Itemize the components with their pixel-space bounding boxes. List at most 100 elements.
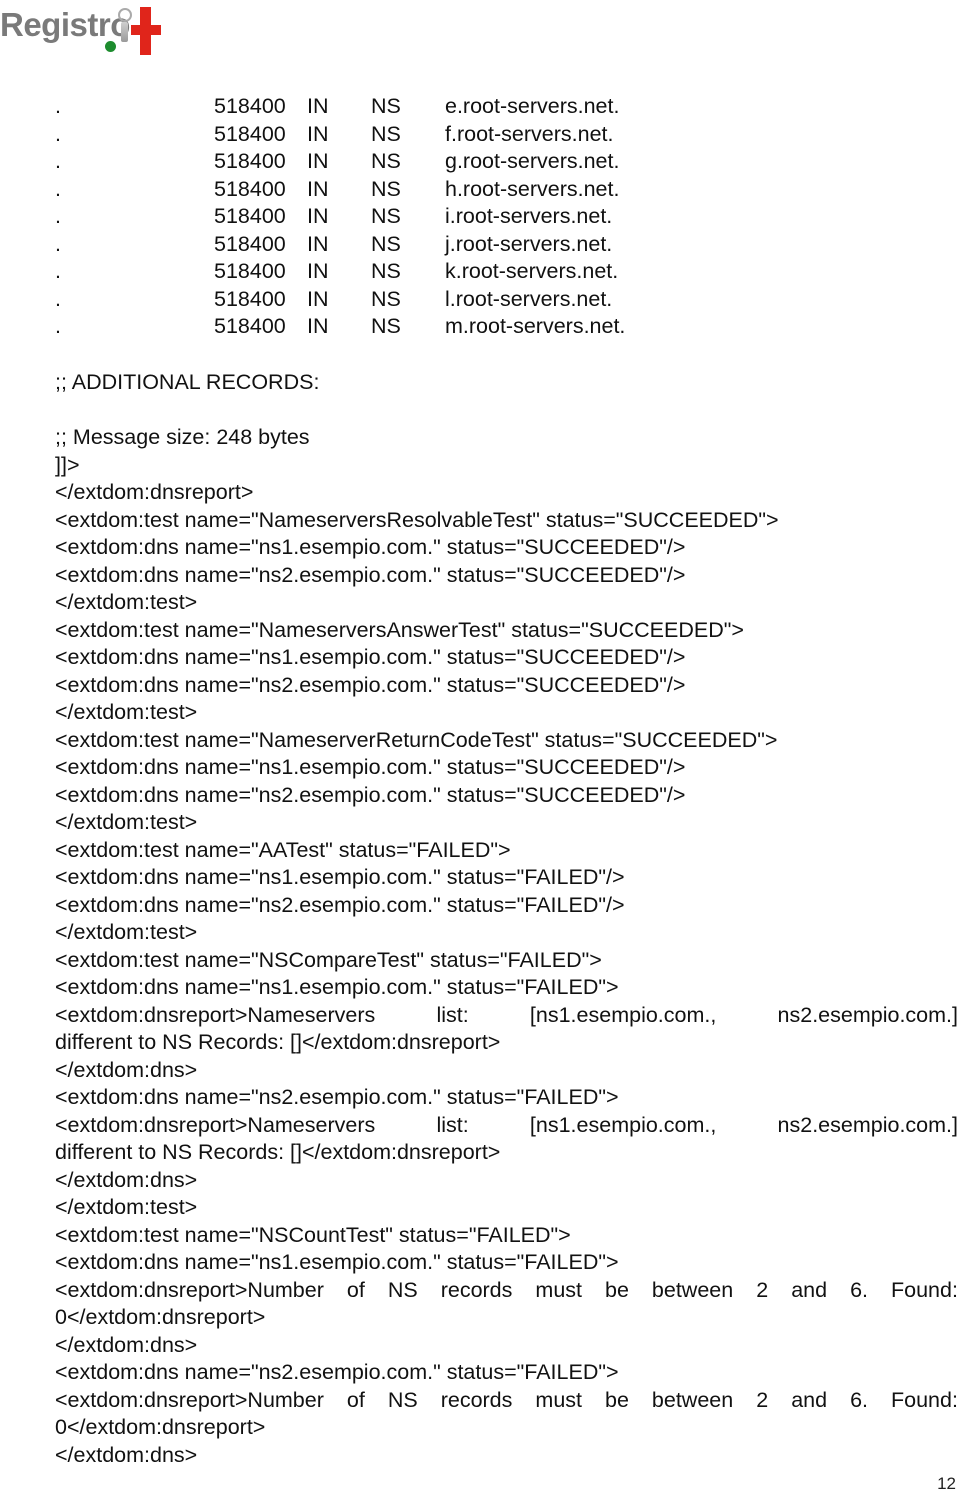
record-ttl: 518400: [214, 121, 286, 146]
registro-it-logo: Registro: [0, 2, 170, 58]
report-line: <extdom:test name="NSCountTest" status="…: [55, 1222, 571, 1247]
report-line: <extdom:dnsreport>Number of NS records must b…: [55, 1387, 958, 1415]
report-line: <extdom:dns name="ns2.esempio.com." stat…: [55, 892, 625, 917]
record-value: f.root-servers.net.: [445, 121, 614, 146]
report-word: NS: [387, 1277, 418, 1302]
record-ttl: 518400: [214, 149, 286, 173]
report-line: <extdom:dns name="ns1.esempio.com." stat…: [55, 535, 686, 559]
record-name: .: [55, 176, 61, 201]
record-type: NS: [371, 176, 401, 201]
record-value: g.root-servers.net.: [445, 149, 620, 173]
record-type: NS: [371, 231, 401, 256]
report-word: be: [605, 1387, 629, 1412]
report-line: </extdom:dns>: [55, 1167, 198, 1192]
record-name: .: [55, 121, 61, 146]
report-line: <extdom:dnsreport>Number of NS records must b…: [55, 1277, 958, 1305]
report-word: <extdom:dnsreport>Number: [55, 1277, 324, 1302]
record-class: IN: [307, 231, 329, 256]
record-type: NS: [371, 259, 401, 283]
report-word: Found:: [891, 1277, 958, 1302]
report-word: list:: [436, 1112, 469, 1137]
record-value: k.root-servers.net.: [445, 259, 619, 283]
report-word: records: [440, 1387, 513, 1412]
report-word: [ns1.esempio.com.,: [529, 1002, 717, 1027]
report-line: </extdom:dnsreport>: [55, 480, 254, 504]
record-ttl: 518400: [214, 94, 286, 118]
report-word: 2: [756, 1387, 769, 1412]
dns-record-row: . 518400 IN NS f.root-servers.net.: [0, 122, 700, 150]
report-line: different to NS Records: []</extdom:dnsr…: [55, 1030, 501, 1054]
report-word: between: [651, 1387, 734, 1412]
report-word: and: [791, 1277, 828, 1302]
report-word: 2: [756, 1277, 769, 1302]
dns-record-row: . 518400 IN NS j.root-servers.net.: [0, 232, 700, 260]
record-class: IN: [307, 94, 329, 118]
report-word: between: [651, 1277, 734, 1302]
report-line: <extdom:test name="AATest" status="FAILE…: [55, 837, 511, 862]
record-type: NS: [371, 149, 401, 173]
report-word: must: [535, 1387, 582, 1412]
report-line: ]]>: [55, 452, 80, 477]
report-line: </extdom:test>: [55, 1195, 198, 1219]
record-class: IN: [307, 121, 329, 146]
report-line: </extdom:test>: [55, 590, 198, 614]
report-line: </extdom:dns>: [55, 1442, 198, 1467]
report-line: <extdom:test name="NameserversResolvable…: [55, 507, 779, 532]
report-line: <extdom:dns name="ns2.esempio.com." stat…: [55, 1085, 619, 1109]
report-line: 0</extdom:dnsreport>: [55, 1415, 266, 1439]
record-value: j.root-servers.net.: [445, 231, 613, 256]
logo-t-bar-icon: [131, 25, 161, 35]
record-class: IN: [307, 286, 329, 311]
report-line: <extdom:dns name="ns2.esempio.com." stat…: [55, 672, 686, 697]
record-class: IN: [307, 176, 329, 201]
dns-record-row: . 518400 IN NS k.root-servers.net.: [0, 259, 700, 287]
report-line: 0</extdom:dnsreport>: [55, 1305, 266, 1329]
record-type: NS: [371, 204, 401, 228]
record-value: i.root-servers.net.: [445, 204, 613, 228]
report-line: </extdom:dns>: [55, 1057, 198, 1082]
record-ttl: 518400: [214, 259, 286, 283]
record-name: .: [55, 314, 61, 338]
report-word: be: [605, 1277, 629, 1302]
report-word: of: [346, 1277, 365, 1302]
report-line: ;; ADDITIONAL RECORDS:: [55, 370, 320, 394]
record-ttl: 518400: [214, 314, 286, 338]
report-line: <extdom:test name="NameserverReturnCodeT…: [55, 727, 778, 752]
report-line: </extdom:test>: [55, 810, 198, 834]
report-word: list:: [436, 1002, 469, 1027]
dns-record-row: . 518400 IN NS h.root-servers.net.: [0, 177, 700, 205]
report-line: <extdom:dns name="ns1.esempio.com." stat…: [55, 865, 625, 889]
report-line: </extdom:test>: [55, 700, 198, 724]
record-value: m.root-servers.net.: [445, 314, 626, 338]
record-name: .: [55, 149, 61, 173]
dns-record-row: . 518400 IN NS e.root-servers.net.: [0, 94, 700, 122]
report-line: <extdom:dns name="ns1.esempio.com." stat…: [55, 755, 686, 779]
record-ttl: 518400: [214, 204, 286, 228]
report-word: and: [791, 1387, 828, 1412]
record-name: .: [55, 94, 61, 118]
report-word: records: [440, 1277, 513, 1302]
record-class: IN: [307, 314, 329, 338]
dns-record-row: . 518400 IN NS g.root-servers.net.: [0, 149, 700, 177]
report-line: <extdom:dns name="ns2.esempio.com." stat…: [55, 562, 686, 587]
record-class: IN: [307, 204, 329, 228]
logo-green-dot-icon: [105, 41, 116, 52]
report-word: ns2.esempio.com.]: [777, 1002, 958, 1027]
report-line: </extdom:test>: [55, 920, 198, 944]
report-line: <extdom:dnsreport>Nameservers list: [ns1.e…: [55, 1002, 958, 1030]
report-word: [ns1.esempio.com.,: [529, 1112, 717, 1137]
report-line: <extdom:dns name="ns1.esempio.com." stat…: [55, 645, 686, 669]
report-word: <extdom:dnsreport>Nameservers: [55, 1002, 376, 1027]
document-page: Registro . 518400 IN NS e.root-servers.net..…: [0, 0, 960, 1496]
record-name: .: [55, 204, 61, 228]
report-word: ns2.esempio.com.]: [777, 1112, 958, 1137]
record-ttl: 518400: [214, 286, 286, 311]
report-word: Found:: [891, 1387, 958, 1412]
report-word: 6.: [850, 1277, 868, 1302]
logo-ring-icon: [118, 8, 132, 22]
dns-record-row: . 518400 IN NS l.root-servers.net.: [0, 287, 700, 315]
dns-record-row: . 518400 IN NS m.root-servers.net.: [0, 314, 700, 342]
record-value: l.root-servers.net.: [445, 286, 613, 311]
record-class: IN: [307, 149, 329, 173]
report-word: must: [535, 1277, 582, 1302]
